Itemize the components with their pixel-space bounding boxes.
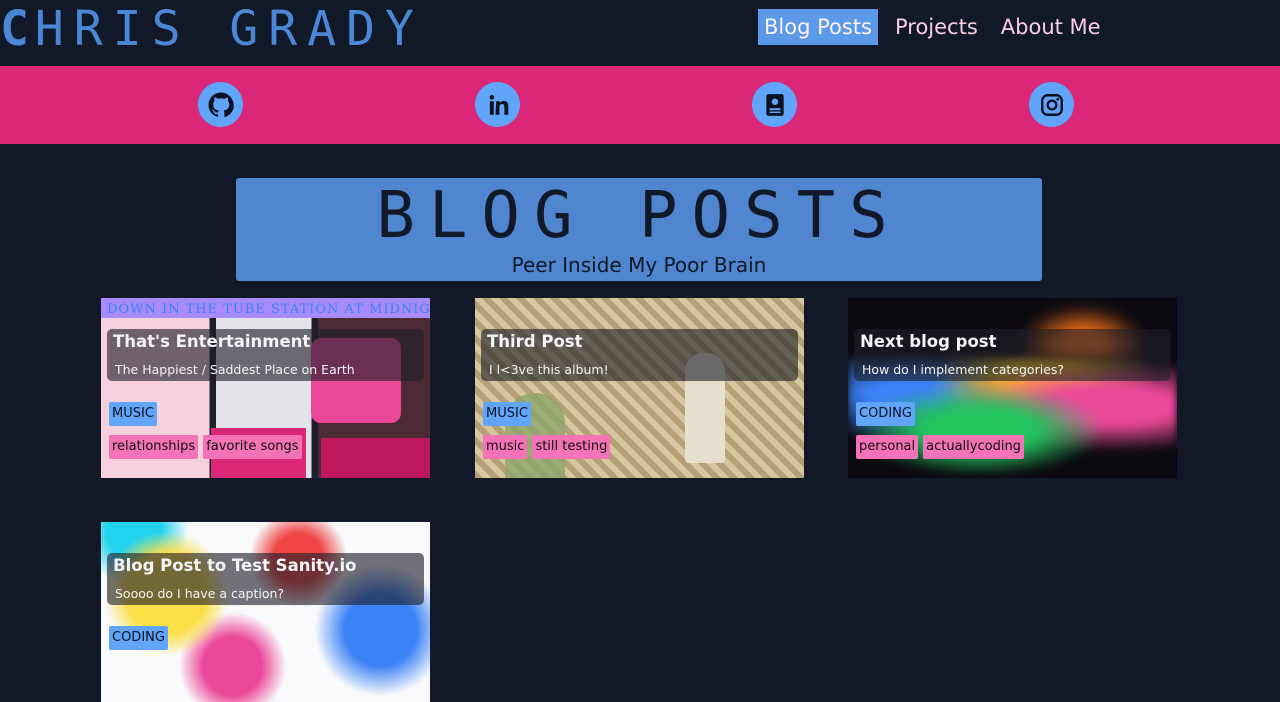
page-title: BLOG POSTS [376,179,902,253]
post-card[interactable]: Blog Post to Test Sanity.io Soooo do I h… [101,522,430,702]
category-badge[interactable]: CODING [856,402,915,426]
github-icon [208,92,234,117]
logo-initial: C [0,1,35,57]
post-subtitle: The Happiest / Saddest Place on Earth [115,362,355,377]
post-caption: Next blog post How do I implement catego… [854,329,1171,381]
logo-name: HRIS GRADY [34,1,424,57]
nav-about-me[interactable]: About Me [995,9,1107,45]
tag-chip[interactable]: actuallycoding [923,435,1024,459]
resume-icon [765,93,784,116]
category-badge[interactable]: CODING [109,626,168,650]
post-subtitle: I l<3ve this album! [489,362,609,377]
resume-link[interactable] [752,82,797,127]
social-links-bar [0,66,1280,144]
nav-projects[interactable]: Projects [889,9,984,45]
tag-chip[interactable]: music [483,435,528,459]
category-badge[interactable]: MUSIC [483,402,531,426]
nav-blog-posts[interactable]: Blog Posts [758,9,878,45]
post-title[interactable]: Next blog post [860,332,997,351]
post-subtitle: How do I implement categories? [862,362,1065,377]
tag-list: relationships favorite songs [109,435,302,459]
post-caption: Blog Post to Test Sanity.io Soooo do I h… [107,553,424,605]
post-title[interactable]: That's Entertainment [113,332,310,351]
post-card[interactable]: DOWN IN THE TUBE STATION AT MIDNIGHT Tha… [101,298,430,478]
site-logo[interactable]: CHRIS GRADY [0,0,424,60]
post-thumbnail [101,522,430,702]
post-caption: Third Post I l<3ve this album! [481,329,798,381]
post-title[interactable]: Blog Post to Test Sanity.io [113,556,357,575]
post-card[interactable]: Next blog post How do I implement catego… [848,298,1177,478]
post-caption: That's Entertainment The Happiest / Sadd… [107,329,424,381]
instagram-icon [1040,93,1063,116]
linkedin-link[interactable] [475,82,520,127]
post-subtitle: Soooo do I have a caption? [115,586,285,601]
category-badge[interactable]: MUSIC [109,402,157,426]
github-link[interactable] [198,82,243,127]
tag-chip[interactable]: personal [856,435,919,459]
tag-list: personal actuallycoding [856,435,1024,459]
tag-list: music still testing [483,435,611,459]
main-nav: Blog Posts Projects About Me [758,9,1118,45]
page-subtitle: Peer Inside My Poor Brain [511,253,767,277]
instagram-link[interactable] [1029,82,1074,127]
tag-chip[interactable]: relationships [109,435,199,459]
linkedin-icon [489,94,508,115]
thumbnail-caption-text: DOWN IN THE TUBE STATION AT MIDNIGHT [107,302,430,317]
tag-chip[interactable]: still testing [532,435,611,459]
post-card[interactable]: Third Post I l<3ve this album! MUSIC mus… [475,298,804,478]
blog-posts-banner: BLOG POSTS Peer Inside My Poor Brain [236,178,1042,281]
tag-chip[interactable]: favorite songs [203,435,302,459]
post-title[interactable]: Third Post [487,332,583,351]
